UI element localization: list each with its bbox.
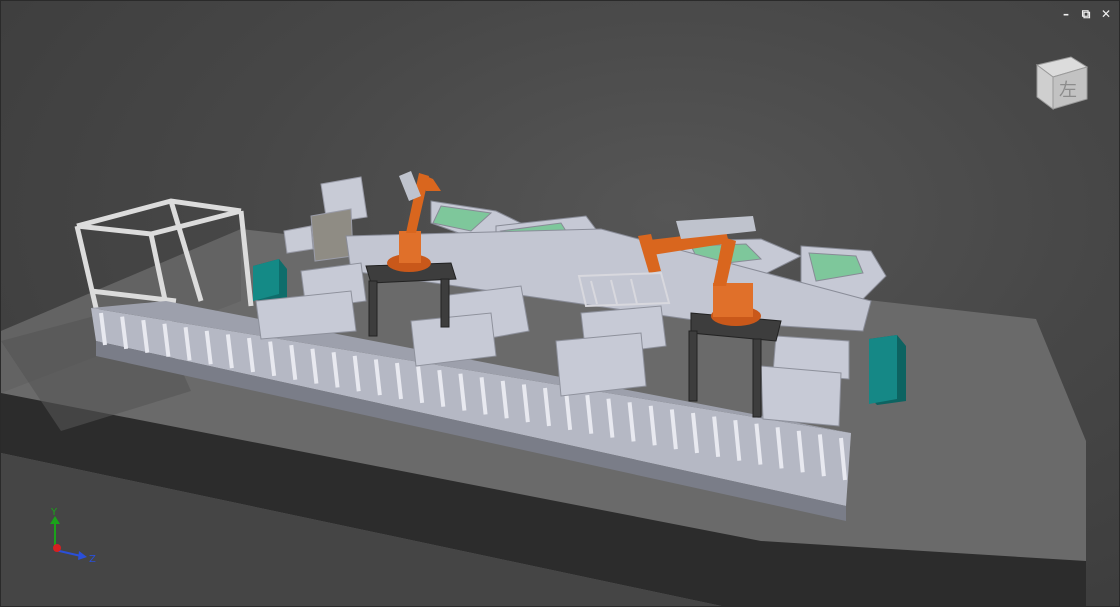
3d-viewport[interactable]: – ⧉ ✕ 左 Y Z <box>0 0 1120 607</box>
window-controls: – ⧉ ✕ <box>1059 7 1113 21</box>
control-cabinet-left <box>253 259 287 303</box>
control-cabinet-right <box>869 335 906 405</box>
close-button[interactable]: ✕ <box>1099 7 1113 21</box>
y-axis-label: Y <box>50 507 58 518</box>
z-axis-label: Z <box>89 554 96 565</box>
z-axis-arrow-icon <box>78 551 87 560</box>
factory-scene[interactable] <box>1 1 1120 607</box>
axis-triad: Y Z <box>50 507 96 565</box>
view-cube[interactable]: 左 <box>1031 51 1091 115</box>
restore-button[interactable]: ⧉ <box>1079 7 1093 21</box>
minimize-button[interactable]: – <box>1059 7 1073 21</box>
view-cube-face-label: 左 <box>1059 80 1077 101</box>
x-axis-dot-icon <box>53 544 61 552</box>
